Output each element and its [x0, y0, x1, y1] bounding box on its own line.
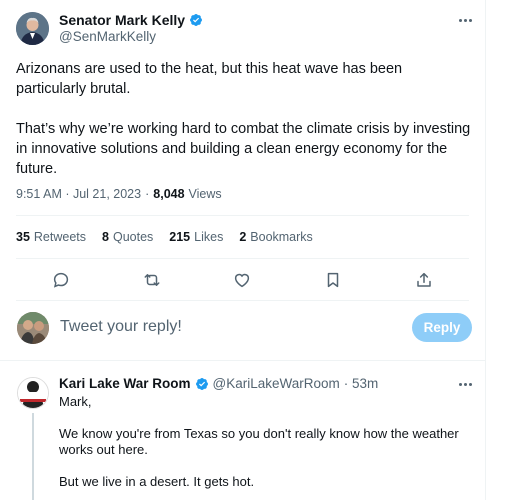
bookmark-icon[interactable] — [322, 269, 344, 291]
author-name-text[interactable]: Senator Mark Kelly — [59, 12, 185, 28]
reply-paragraph: We know you're from Texas so you don't r… — [59, 426, 459, 457]
bookmarks-label: Bookmarks — [250, 230, 313, 244]
verified-badge-icon — [189, 13, 203, 27]
author-handle[interactable]: @SenMarkKelly — [59, 29, 156, 44]
retweet-icon[interactable] — [141, 269, 163, 291]
reply-paragraph: But we live in a desert. It gets hot. — [59, 474, 255, 489]
reply-more-options-icon[interactable] — [455, 377, 475, 391]
quotes-count: 8 — [102, 230, 109, 244]
reply-author-handle[interactable]: @KariLakeWarRoom — [213, 376, 340, 391]
reply-icon[interactable] — [50, 269, 72, 291]
tweet-text: Arizonans are used to the heat, but this… — [16, 59, 471, 199]
bookmarks-count: 2 — [239, 230, 247, 244]
reply-text: Mark, We know you're from Texas so you d… — [59, 394, 469, 500]
like-icon[interactable] — [231, 269, 253, 291]
likes-label: Likes — [194, 230, 224, 244]
likes-count: 215 — [169, 230, 191, 244]
reply-input[interactable] — [60, 315, 380, 339]
quotes-label: Quotes — [112, 230, 154, 244]
current-user-avatar[interactable] — [17, 312, 49, 344]
share-icon[interactable] — [413, 269, 435, 291]
action-bar — [16, 268, 469, 292]
views-label: Views — [188, 187, 222, 201]
author-avatar[interactable] — [16, 12, 49, 45]
retweets-count: 35 — [16, 230, 30, 244]
reply-author-name[interactable]: Kari Lake War Room — [59, 376, 191, 391]
divider — [16, 215, 469, 216]
reply-header: Kari Lake War Room @KariLakeWarRoom · 53… — [59, 376, 378, 391]
bookmarks-stat[interactable]: 2 Bookmarks — [239, 230, 312, 244]
divider — [16, 258, 469, 259]
retweets-label: Retweets — [33, 230, 87, 244]
divider — [0, 360, 485, 361]
divider — [16, 300, 469, 301]
reply-author-avatar[interactable] — [17, 377, 49, 409]
reply-timestamp[interactable]: · 53m — [344, 376, 379, 391]
tweet-detail-column: Senator Mark Kelly @SenMarkKelly Arizona… — [0, 0, 486, 500]
tweet-paragraph: That’s why we’re working hard to combat … — [16, 121, 471, 177]
author-name[interactable]: Senator Mark Kelly — [59, 12, 203, 28]
verified-badge-icon — [195, 377, 209, 391]
thread-line — [32, 413, 34, 500]
views-count: 8,048 — [153, 187, 185, 201]
more-options-icon[interactable] — [455, 13, 475, 27]
tweet-paragraph: Arizonans are used to the heat, but this… — [16, 61, 403, 97]
tweet-timestamp[interactable]: 9:51 AM · Jul 21, 2023 — [16, 187, 141, 201]
tweet-meta: 9:51 AM · Jul 21, 2023 · 8,048 Views — [16, 187, 222, 201]
engagement-stats: 35 Retweets 8 Quotes 215 Likes 2 Bookmar… — [16, 230, 313, 244]
meta-separator: · — [145, 187, 150, 201]
retweets-stat[interactable]: 35 Retweets — [16, 230, 86, 244]
reply-button[interactable]: Reply — [412, 313, 472, 342]
quotes-stat[interactable]: 8 Quotes — [102, 230, 153, 244]
likes-stat[interactable]: 215 Likes — [169, 230, 223, 244]
reply-paragraph: Mark, — [59, 394, 92, 409]
